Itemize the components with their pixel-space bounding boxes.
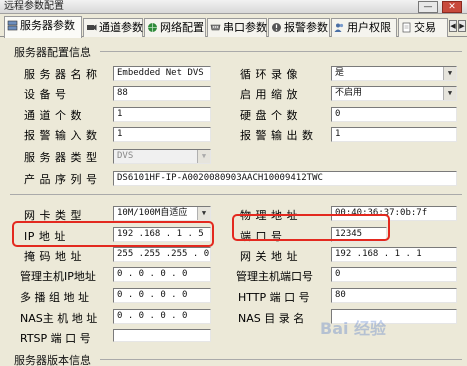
device-no-input[interactable]: 88 xyxy=(113,86,211,101)
alarm-out-input[interactable]: 1 xyxy=(331,127,457,142)
alarm-in-label: 报 警 输 入 数 xyxy=(24,129,98,142)
tab-scroll-left-button[interactable]: ◀ xyxy=(449,20,457,32)
server-type-label: 服 务 器 类 型 xyxy=(24,151,98,164)
mgmt-ip-input[interactable]: 0 . 0 . 0 . 0 xyxy=(113,267,211,282)
users-icon xyxy=(334,23,344,32)
nic-type-value: 10M/100M自适应 xyxy=(117,208,188,218)
tab-transaction[interactable]: 交易 xyxy=(398,18,448,37)
gateway-input[interactable]: 192 .168 . 1 . 1 xyxy=(331,247,457,262)
serial-port-icon xyxy=(210,24,221,31)
server-config-group-title: 服务器配置信息 xyxy=(14,46,91,59)
rtsp-input[interactable] xyxy=(113,329,211,342)
minimize-button[interactable]: — xyxy=(418,1,438,13)
scaling-select[interactable]: 不启用 ▼ xyxy=(331,86,457,101)
nas-dir-label: NAS 目 录 名 xyxy=(238,312,305,325)
section-divider xyxy=(10,194,462,195)
rtsp-label: RTSP 端 口 号 xyxy=(20,332,91,345)
mask-label: 掩 码 地 址 xyxy=(24,250,82,263)
tab-bar: 服务器参数 通道参数 网络配置 串口参数 报警参数 用户权限 交易 ◀ ▶ xyxy=(0,15,467,38)
alarm-in-input[interactable]: 1 xyxy=(113,127,211,142)
serial-label: 产 品 序 列 号 xyxy=(24,173,98,186)
close-button[interactable]: ✕ xyxy=(442,1,462,13)
camera-icon xyxy=(87,24,97,31)
http-port-label: HTTP 端 口 号 xyxy=(238,291,310,304)
server-icon xyxy=(7,20,18,31)
tab-label: 服务器参数 xyxy=(20,19,75,32)
tab-label: 交易 xyxy=(414,21,436,34)
server-name-input[interactable]: Embedded Net DVS xyxy=(113,66,211,81)
port-highlight-box xyxy=(232,214,390,241)
channel-count-input[interactable]: 1 xyxy=(113,107,211,122)
server-type-select[interactable]: DVS ▼ xyxy=(113,149,211,164)
tab-network-config[interactable]: 网络配置 xyxy=(144,18,206,37)
group-divider xyxy=(100,359,462,360)
remote-config-window: 远程参数配置 — ✕ 服务器参数 通道参数 网络配置 串口参数 报警参数 用户权… xyxy=(0,0,467,366)
server-name-label: 服 务 器 名 称 xyxy=(24,68,98,81)
channel-count-label: 通 道 个 数 xyxy=(24,109,82,122)
loop-record-select[interactable]: 是 ▼ xyxy=(331,66,457,81)
tab-label: 串口参数 xyxy=(223,21,267,34)
tab-channel-params[interactable]: 通道参数 xyxy=(83,18,143,37)
multicast-label: 多 播 组 地 址 xyxy=(20,291,89,304)
ip-highlight-box xyxy=(12,221,214,247)
title-bar: 远程参数配置 — ✕ xyxy=(0,0,467,14)
globe-icon xyxy=(148,23,157,32)
tab-label: 网络配置 xyxy=(160,21,204,34)
chevron-down-icon: ▼ xyxy=(443,67,456,80)
nic-type-select[interactable]: 10M/100M自适应 ▼ xyxy=(113,206,211,221)
mgmt-ip-label: 管理主机IP地址 xyxy=(20,270,96,283)
document-icon xyxy=(402,22,411,33)
nas-label: NAS主 机 地 址 xyxy=(20,312,98,325)
chevron-down-icon: ▼ xyxy=(197,207,210,220)
window-title: 远程参数配置 xyxy=(4,1,64,12)
tab-server-params[interactable]: 服务器参数 xyxy=(4,16,82,38)
watermark: Bai 经验 xyxy=(320,319,387,338)
chevron-down-icon: ▼ xyxy=(443,87,456,100)
scaling-value: 不启用 xyxy=(335,88,363,98)
multicast-input[interactable]: 0 . 0 . 0 . 0 xyxy=(113,288,211,303)
mgmt-port-input[interactable]: 0 xyxy=(331,267,457,282)
group-divider xyxy=(100,51,462,52)
tab-label: 用户权限 xyxy=(347,21,391,34)
alarm-out-label: 报 警 输 出 数 xyxy=(240,129,314,142)
tab-scroll-right-button[interactable]: ▶ xyxy=(458,20,466,32)
http-port-input[interactable]: 80 xyxy=(331,288,457,303)
mgmt-port-label: 管理主机端口号 xyxy=(236,270,313,283)
mask-input[interactable]: 255 .255 .255 . 0 xyxy=(113,247,211,262)
tab-label: 通道参数 xyxy=(99,21,143,34)
alarm-icon xyxy=(272,23,281,32)
tab-user-permissions[interactable]: 用户权限 xyxy=(331,18,397,37)
version-group-title: 服务器版本信息 xyxy=(14,354,91,366)
disk-count-label: 硬 盘 个 数 xyxy=(240,109,298,122)
device-no-label: 设 备 号 xyxy=(24,88,67,101)
disk-count-input[interactable]: 0 xyxy=(331,107,457,122)
tab-alarm-params[interactable]: 报警参数 xyxy=(268,18,330,37)
scaling-label: 启 用 缩 放 xyxy=(240,88,298,101)
tab-serial-params[interactable]: 串口参数 xyxy=(207,18,267,37)
chevron-down-icon: ▼ xyxy=(197,150,210,163)
loop-record-value: 是 xyxy=(335,68,345,78)
gateway-label: 网 关 地 址 xyxy=(240,250,298,263)
nas-input[interactable]: 0 . 0 . 0 . 0 xyxy=(113,309,211,324)
tab-label: 报警参数 xyxy=(284,21,328,34)
server-type-value: DVS xyxy=(117,151,134,161)
serial-input[interactable]: DS6101HF-IP-A0020080903AACH10009412TWC xyxy=(113,171,457,186)
loop-record-label: 循 环 录 像 xyxy=(240,68,298,81)
